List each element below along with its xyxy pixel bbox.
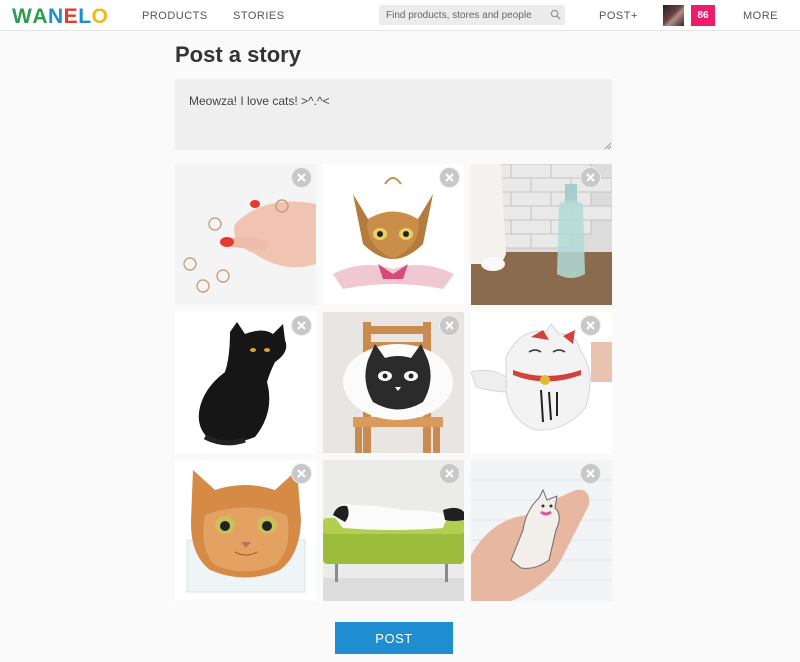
page-title: Post a story: [175, 42, 301, 67]
search-input[interactable]: [379, 5, 565, 26]
search-box: [379, 5, 565, 26]
remove-image-button[interactable]: [580, 463, 601, 484]
remove-image-button[interactable]: [439, 167, 460, 188]
close-icon: [445, 173, 454, 182]
resize-grip-icon[interactable]: [604, 142, 611, 149]
user-avatar[interactable]: [663, 5, 684, 26]
remove-image-button[interactable]: [291, 315, 312, 336]
remove-image-button[interactable]: [439, 463, 460, 484]
wanelo-logo[interactable]: WANELO: [12, 5, 108, 29]
image-tile-3: [471, 164, 612, 305]
logo-letter-n: N: [48, 5, 64, 28]
image-tile-8: [323, 460, 464, 601]
image-tile-4: [175, 312, 316, 453]
nav-stories-link[interactable]: STORIES: [233, 10, 285, 22]
close-icon: [297, 173, 306, 182]
remove-image-button[interactable]: [580, 167, 601, 188]
image-tile-2: [323, 164, 464, 305]
image-tile-7: [175, 460, 316, 601]
remove-image-button[interactable]: [291, 463, 312, 484]
notification-badge[interactable]: 86: [691, 5, 715, 26]
close-icon: [445, 321, 454, 330]
search-icon[interactable]: [550, 9, 561, 20]
close-icon: [445, 469, 454, 478]
image-tile-6: [471, 312, 612, 453]
remove-image-button[interactable]: [580, 315, 601, 336]
close-icon: [586, 173, 595, 182]
logo-letter-a: A: [32, 5, 48, 28]
nav-more-link[interactable]: MORE: [743, 10, 778, 22]
logo-letter-w: W: [12, 5, 33, 28]
image-tile-1: [175, 164, 316, 305]
remove-image-button[interactable]: [439, 315, 460, 336]
logo-letter-l: L: [78, 5, 92, 28]
image-tile-9: [471, 460, 612, 601]
top-nav: WANELO PRODUCTS STORIES POST+ 86 MORE: [0, 0, 800, 31]
nav-products-link[interactable]: PRODUCTS: [142, 10, 208, 22]
close-icon: [586, 469, 595, 478]
image-tile-5: [323, 312, 464, 453]
logo-letter-e: E: [63, 5, 79, 28]
remove-image-button[interactable]: [291, 167, 312, 188]
logo-letter-o: O: [91, 5, 109, 28]
close-icon: [586, 321, 595, 330]
close-icon: [297, 469, 306, 478]
nav-post-link[interactable]: POST+: [599, 10, 638, 22]
post-button[interactable]: POST: [335, 622, 453, 654]
close-icon: [297, 321, 306, 330]
story-textarea[interactable]: Meowza! I love cats! >^.^<: [175, 79, 612, 150]
